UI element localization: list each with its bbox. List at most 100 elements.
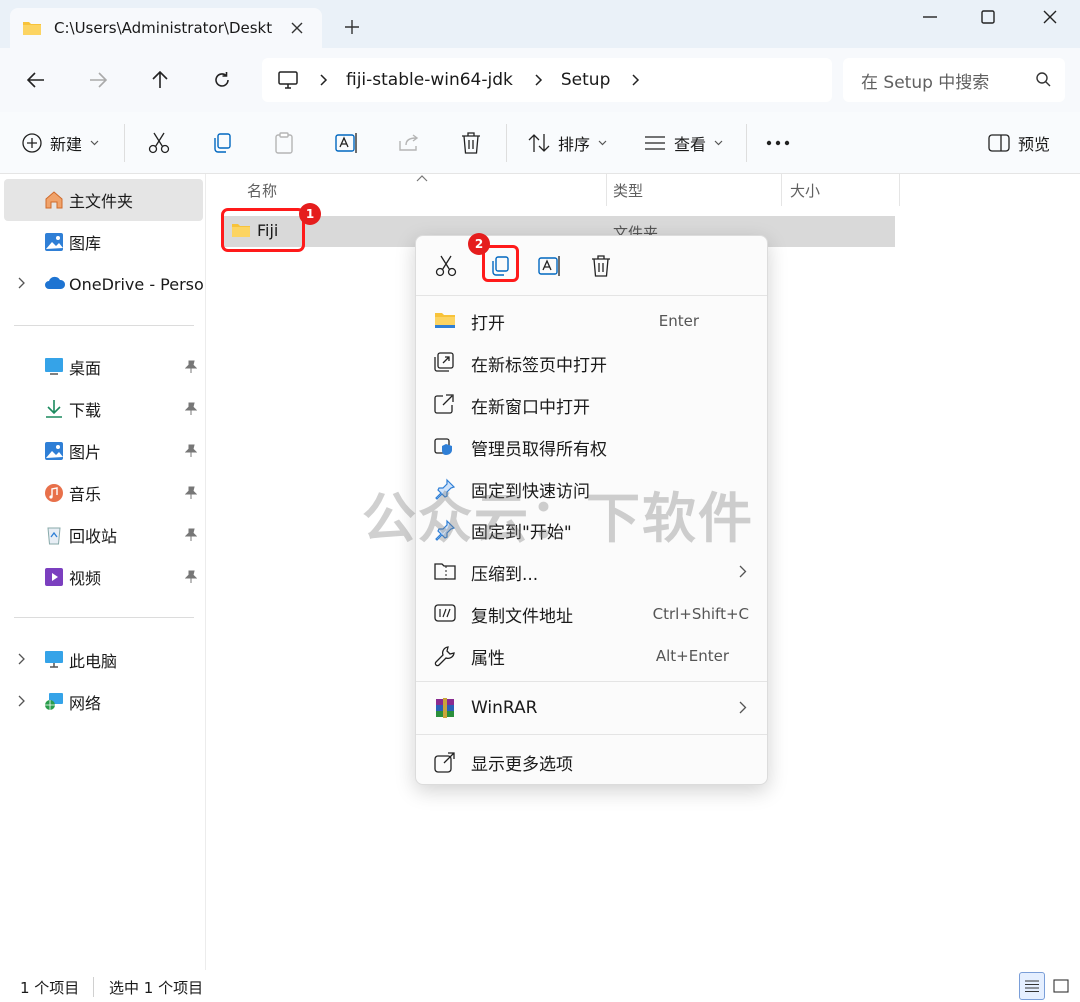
- sort-label: 排序: [558, 135, 591, 154]
- rename-button[interactable]: [335, 112, 359, 174]
- up-arrow-icon[interactable]: [144, 64, 176, 96]
- menu-item-compress[interactable]: 压缩到...: [416, 552, 767, 592]
- chevron-right-icon[interactable]: [18, 653, 26, 665]
- menu-item-take-ownership[interactable]: 管理员取得所有权: [416, 427, 767, 467]
- view-button[interactable]: 查看: [644, 112, 723, 174]
- paste-button[interactable]: [273, 112, 295, 174]
- column-header-type[interactable]: 类型: [613, 174, 643, 206]
- sidebar-item-label: 图片: [69, 443, 102, 462]
- details-view-icon[interactable]: [1019, 972, 1045, 1000]
- menu-item-copy-path[interactable]: 复制文件地址 Ctrl+Shift+C: [416, 594, 767, 634]
- refresh-icon[interactable]: [206, 64, 238, 96]
- menu-item-open-new-window[interactable]: 在新窗口中打开: [416, 385, 767, 425]
- menu-item-pin-quick-access[interactable]: 固定到快速访问: [416, 469, 767, 509]
- menu-item-open-new-tab[interactable]: 在新标签页中打开: [416, 343, 767, 383]
- sidebar-item-videos[interactable]: 视频: [4, 556, 203, 598]
- more-options-button[interactable]: [766, 112, 790, 174]
- home-icon: [44, 190, 64, 210]
- pin-icon[interactable]: [185, 360, 197, 373]
- column-header-name[interactable]: 名称: [247, 174, 277, 206]
- chevron-right-icon[interactable]: [632, 74, 640, 86]
- divider: [416, 681, 767, 682]
- forward-arrow-icon[interactable]: [82, 64, 114, 96]
- delete-button[interactable]: [461, 112, 481, 174]
- sidebar-item-desktop[interactable]: 桌面: [4, 346, 203, 388]
- copy-button[interactable]: [211, 112, 233, 174]
- pictures-icon: [44, 441, 64, 461]
- sidebar-item-recycle-bin[interactable]: 回收站: [4, 514, 203, 556]
- computer-icon: [44, 650, 64, 668]
- file-name-highlight[interactable]: Fiji: [221, 208, 305, 252]
- status-bar: 1 个项目 选中 1 个项目: [0, 970, 1080, 1002]
- item-count: 1 个项目: [20, 979, 80, 997]
- menu-rename-button[interactable]: [533, 249, 567, 283]
- new-button[interactable]: 新建: [22, 112, 99, 174]
- sort-ascending-icon: [416, 174, 428, 182]
- menu-item-winrar[interactable]: WinRAR: [416, 688, 767, 728]
- chevron-right-icon[interactable]: [18, 277, 26, 289]
- sidebar-item-gallery[interactable]: 图库: [4, 221, 203, 263]
- sidebar-item-network[interactable]: 网络: [4, 681, 203, 723]
- chevron-right-icon[interactable]: [18, 695, 26, 707]
- share-button[interactable]: [398, 112, 420, 174]
- tab-close-icon[interactable]: [286, 17, 308, 39]
- menu-item-label: 属性: [471, 648, 505, 669]
- this-pc-icon: [278, 71, 298, 89]
- sidebar-item-home[interactable]: 主文件夹: [4, 179, 203, 221]
- back-arrow-icon[interactable]: [20, 64, 52, 96]
- column-header-size[interactable]: 大小: [790, 174, 820, 206]
- tiles-view-icon[interactable]: [1048, 972, 1074, 1000]
- pin-icon: [434, 519, 456, 541]
- preview-button[interactable]: 预览: [988, 112, 1050, 174]
- video-icon: [44, 567, 64, 587]
- address-toolbar: fiji-stable-win64-jdk Setup 在 Setup 中搜索: [0, 48, 1080, 112]
- sidebar-item-pictures[interactable]: 图片: [4, 430, 203, 472]
- menu-item-open[interactable]: 打开 Enter: [416, 301, 767, 341]
- step-badge-2: 2: [468, 233, 490, 255]
- network-icon: [44, 692, 64, 712]
- view-lines-icon: [644, 135, 666, 151]
- divider: [124, 124, 125, 162]
- breadcrumb-item[interactable]: fiji-stable-win64-jdk: [346, 70, 513, 90]
- maximize-icon[interactable]: [958, 0, 1018, 34]
- menu-item-pin-start[interactable]: 固定到"开始": [416, 510, 767, 550]
- divider: [93, 977, 94, 997]
- divider: [746, 124, 747, 162]
- tab-current[interactable]: C:\Users\Administrator\Desktop: [10, 8, 322, 48]
- search-input[interactable]: 在 Setup 中搜索: [843, 58, 1065, 102]
- pin-icon[interactable]: [185, 444, 197, 457]
- pin-icon[interactable]: [185, 570, 197, 583]
- menu-item-properties[interactable]: 属性 Alt+Enter: [416, 636, 767, 676]
- tab-title: C:\Users\Administrator\Desktop: [54, 19, 272, 37]
- chevron-right-icon: [739, 701, 747, 714]
- preview-pane-icon: [988, 134, 1010, 152]
- download-icon: [44, 399, 64, 419]
- sidebar-item-label: OneDrive - Personal: [69, 274, 203, 294]
- pin-icon[interactable]: [185, 402, 197, 415]
- menu-item-show-more[interactable]: 显示更多选项: [416, 742, 767, 782]
- menu-item-label: 压缩到...: [471, 564, 539, 585]
- menu-delete-button[interactable]: [584, 249, 618, 283]
- sidebar-item-downloads[interactable]: 下载: [4, 388, 203, 430]
- chevron-right-icon[interactable]: [535, 74, 543, 86]
- close-window-icon[interactable]: [1020, 0, 1080, 34]
- pin-icon[interactable]: [185, 486, 197, 499]
- minimize-icon[interactable]: [900, 0, 960, 34]
- chevron-right-icon[interactable]: [320, 74, 328, 86]
- menu-cut-button[interactable]: [429, 249, 463, 283]
- sidebar-item-onedrive[interactable]: OneDrive - Personal: [4, 263, 203, 305]
- chevron-down-icon: [90, 140, 99, 146]
- zip-folder-icon: [434, 561, 456, 581]
- sidebar-item-label: 主文件夹: [69, 192, 134, 211]
- pin-icon[interactable]: [185, 528, 197, 541]
- breadcrumb-item[interactable]: Setup: [561, 70, 610, 90]
- chevron-right-icon: [739, 565, 747, 578]
- sidebar-item-this-pc[interactable]: 此电脑: [4, 639, 203, 681]
- cut-button[interactable]: [148, 112, 170, 174]
- sort-button[interactable]: 排序: [528, 112, 607, 174]
- preview-label: 预览: [1018, 135, 1051, 154]
- sidebar-item-music[interactable]: 音乐: [4, 472, 203, 514]
- address-field[interactable]: fiji-stable-win64-jdk Setup: [262, 58, 832, 102]
- search-placeholder: 在 Setup 中搜索: [861, 72, 990, 93]
- new-tab-icon[interactable]: [340, 15, 364, 39]
